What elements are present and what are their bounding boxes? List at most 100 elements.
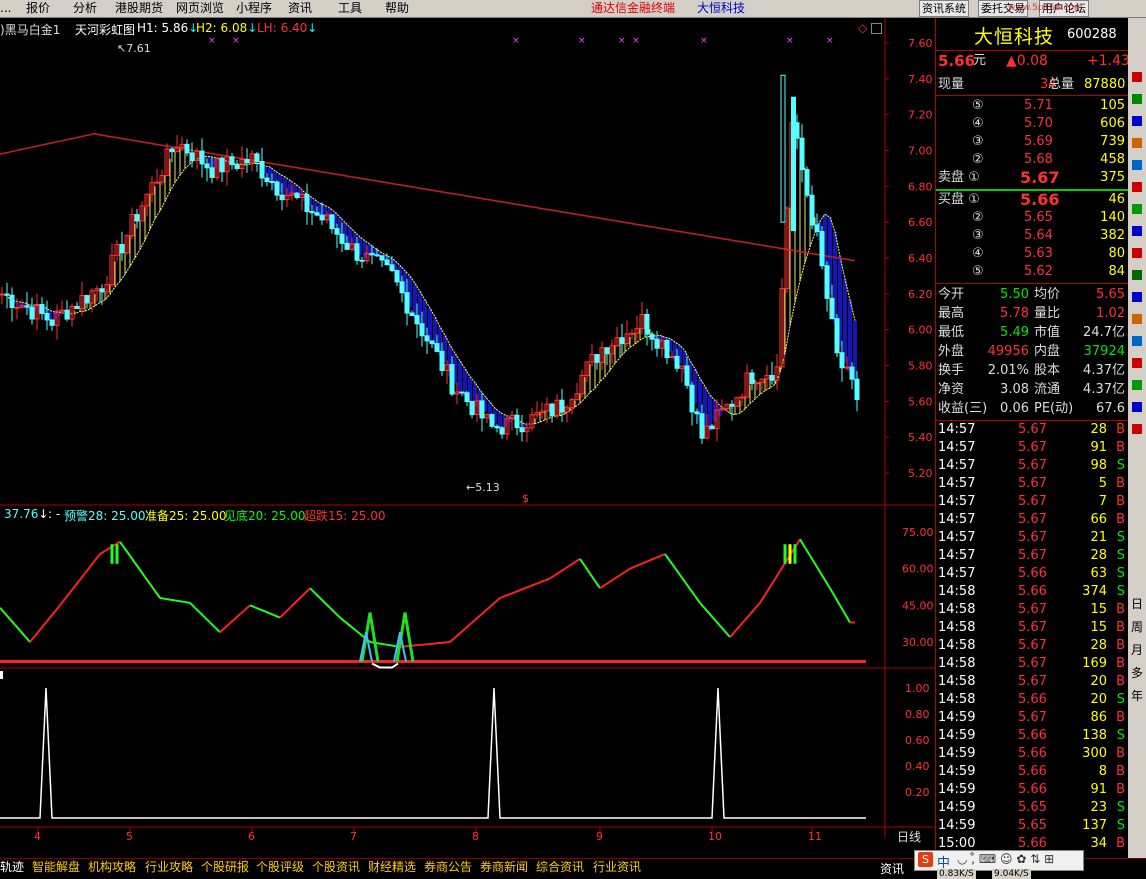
period-tool-button[interactable]: 月 — [1129, 642, 1145, 658]
toolbar-icon[interactable] — [1132, 160, 1142, 170]
candle-body — [770, 375, 774, 380]
tick-time: 14:59 — [938, 799, 975, 817]
toolbar-icon[interactable] — [1132, 94, 1142, 104]
toolbar-icon[interactable] — [1132, 204, 1142, 214]
menu-item-tools[interactable]: 工具 — [338, 1, 362, 16]
stock-name: 大恒科技 — [974, 22, 1054, 49]
ime-tools-icons[interactable]: ◡ ,̊ ⌨ ☺ ✿ ⇅ ⊞ — [957, 852, 1054, 866]
tick-row: 14:575.6721S — [936, 529, 1129, 547]
bottom-tab[interactable]: 机构攻略 — [88, 860, 136, 875]
toolbar-icon[interactable] — [1132, 292, 1142, 302]
bottom-tab[interactable]: 行业攻略 — [145, 860, 193, 875]
ask-row[interactable]: ⑤5.71105 — [936, 97, 1129, 115]
candle-body — [650, 334, 654, 339]
candle-body — [550, 404, 554, 415]
toolbar-icon[interactable] — [1132, 116, 1142, 126]
ime-logo-icon[interactable]: S — [918, 852, 933, 867]
menu-item-web-browse[interactable]: 网页浏览 — [176, 1, 224, 16]
oscillator-segment — [625, 569, 630, 572]
oscillator-segment — [755, 603, 760, 609]
toolbar-icon[interactable] — [1132, 72, 1142, 82]
bottom-tab[interactable]: 个股资讯 — [312, 860, 360, 875]
bid-level: ⑤ — [972, 263, 984, 281]
toolbar-icon[interactable] — [1132, 424, 1142, 434]
candle-body — [360, 260, 364, 261]
toolbar-icon[interactable] — [1132, 248, 1142, 258]
bottom-tab[interactable]: 券商新闻 — [480, 860, 528, 875]
bid-row[interactable]: ③5.64382 — [936, 227, 1129, 245]
bottom-tab[interactable]: 智能解盘 — [32, 860, 80, 875]
toolbar-icon[interactable] — [1132, 358, 1142, 368]
osc-tick-label: 75.00 — [902, 526, 934, 539]
bottom-tab[interactable]: 行业资讯 — [593, 860, 641, 875]
oscillator-segment — [270, 613, 275, 615]
chart-area[interactable]: )黑马白金1 天河彩虹图 H1: 5.86↓ H2: 6.08↓ LH: 6.4… — [0, 18, 935, 858]
tick-volume: 34 — [1090, 835, 1107, 853]
toolbar-icon[interactable] — [1132, 138, 1142, 148]
news-label[interactable]: 资讯 — [880, 860, 904, 877]
bid-row[interactable]: ②5.65140 — [936, 209, 1129, 227]
promo-terminal[interactable]: 通达信金融终端 — [591, 1, 675, 16]
menu-item-analysis[interactable]: 分析 — [73, 1, 97, 16]
period-tool-button[interactable]: 周 — [1129, 619, 1145, 635]
menu-left-edge: ... — [0, 1, 11, 16]
toolbar-icon[interactable] — [1132, 226, 1142, 236]
ime-toolbar[interactable]: S 中 ◡ ,̊ ⌨ ☺ ✿ ⇅ ⊞ — [914, 850, 1084, 871]
candle-body — [30, 307, 34, 319]
stat-value: 5.78 — [1000, 305, 1029, 323]
oscillator-segment — [390, 645, 395, 646]
promo-company[interactable]: 大恒科技 — [697, 1, 745, 16]
toolbar-icon[interactable] — [1132, 182, 1142, 192]
bid-row[interactable]: 买盘 ①5.6646 — [936, 191, 1129, 209]
period-tool-button[interactable]: 日 — [1129, 596, 1145, 612]
oscillator-segment — [465, 624, 470, 628]
tick-row: 14:585.6715B — [936, 619, 1129, 637]
toolbar-icon[interactable] — [1132, 380, 1142, 390]
menu-item-help[interactable]: 帮助 — [385, 1, 409, 16]
toolbar-icon[interactable] — [1132, 270, 1142, 280]
oscillator-segment — [320, 598, 325, 603]
stat-row: 净资3.08流通4.37亿 — [936, 381, 1129, 399]
period-tool-button[interactable]: 多 — [1129, 665, 1145, 681]
ask-row[interactable]: ②5.68458 — [936, 151, 1129, 169]
menu-item-quotes[interactable]: 报价 — [26, 1, 50, 16]
high-price-label: ↖7.61 — [117, 42, 151, 55]
candle-body — [460, 392, 464, 393]
menu-item-mini-app[interactable]: 小程序 — [236, 1, 272, 16]
bottom-tab[interactable]: 轨迹 — [0, 860, 24, 875]
bottom-tab[interactable]: 个股评级 — [256, 860, 304, 875]
ask-row[interactable]: ④5.70606 — [936, 115, 1129, 133]
news-system-button[interactable]: 资讯系统 — [919, 0, 969, 17]
candle-body — [495, 426, 499, 427]
bid-row[interactable]: ④5.6380 — [936, 245, 1129, 263]
bid-row[interactable]: ⑤5.6284 — [936, 263, 1129, 281]
tick-time: 14:59 — [938, 709, 975, 727]
tick-time: 14:57 — [938, 547, 975, 565]
bottom-tab[interactable]: 综合资讯 — [536, 860, 584, 875]
period-tool-button[interactable]: 年 — [1129, 688, 1145, 704]
oscillator-segment — [650, 558, 655, 560]
price-tick-label: 6.80 — [908, 180, 933, 193]
tick-list[interactable]: 14:575.6728B14:575.6791B14:575.6798S14:5… — [936, 421, 1129, 858]
toolbar-icon[interactable] — [1132, 402, 1142, 412]
oscillator-segment — [95, 554, 100, 560]
ask-row[interactable]: 卖盘 ①5.67375 — [936, 169, 1129, 187]
tick-time: 14:57 — [938, 421, 975, 439]
ask-row[interactable]: ③5.69739 — [936, 133, 1129, 151]
bottom-tab[interactable]: 个股研报 — [201, 860, 249, 875]
candle-body — [845, 367, 849, 368]
bottom-tab[interactable]: 券商公告 — [424, 860, 472, 875]
oscillator-segment — [455, 633, 460, 637]
menu-item-hk-futures[interactable]: 港股期货 — [115, 1, 163, 16]
period-label[interactable]: 日线 — [897, 828, 921, 845]
tick-row: 14:595.65137S — [936, 817, 1129, 835]
candle-body — [400, 282, 404, 293]
oscillator-segment — [20, 631, 25, 637]
tick-price: 5.66 — [1018, 727, 1047, 745]
candle-body — [805, 170, 809, 196]
menu-item-news[interactable]: 资讯 — [288, 1, 312, 16]
toolbar-icon[interactable] — [1132, 336, 1142, 346]
toolbar-icon[interactable] — [1132, 314, 1142, 324]
bottom-tab[interactable]: 财经精选 — [368, 860, 416, 875]
tick-time: 14:59 — [938, 763, 975, 781]
